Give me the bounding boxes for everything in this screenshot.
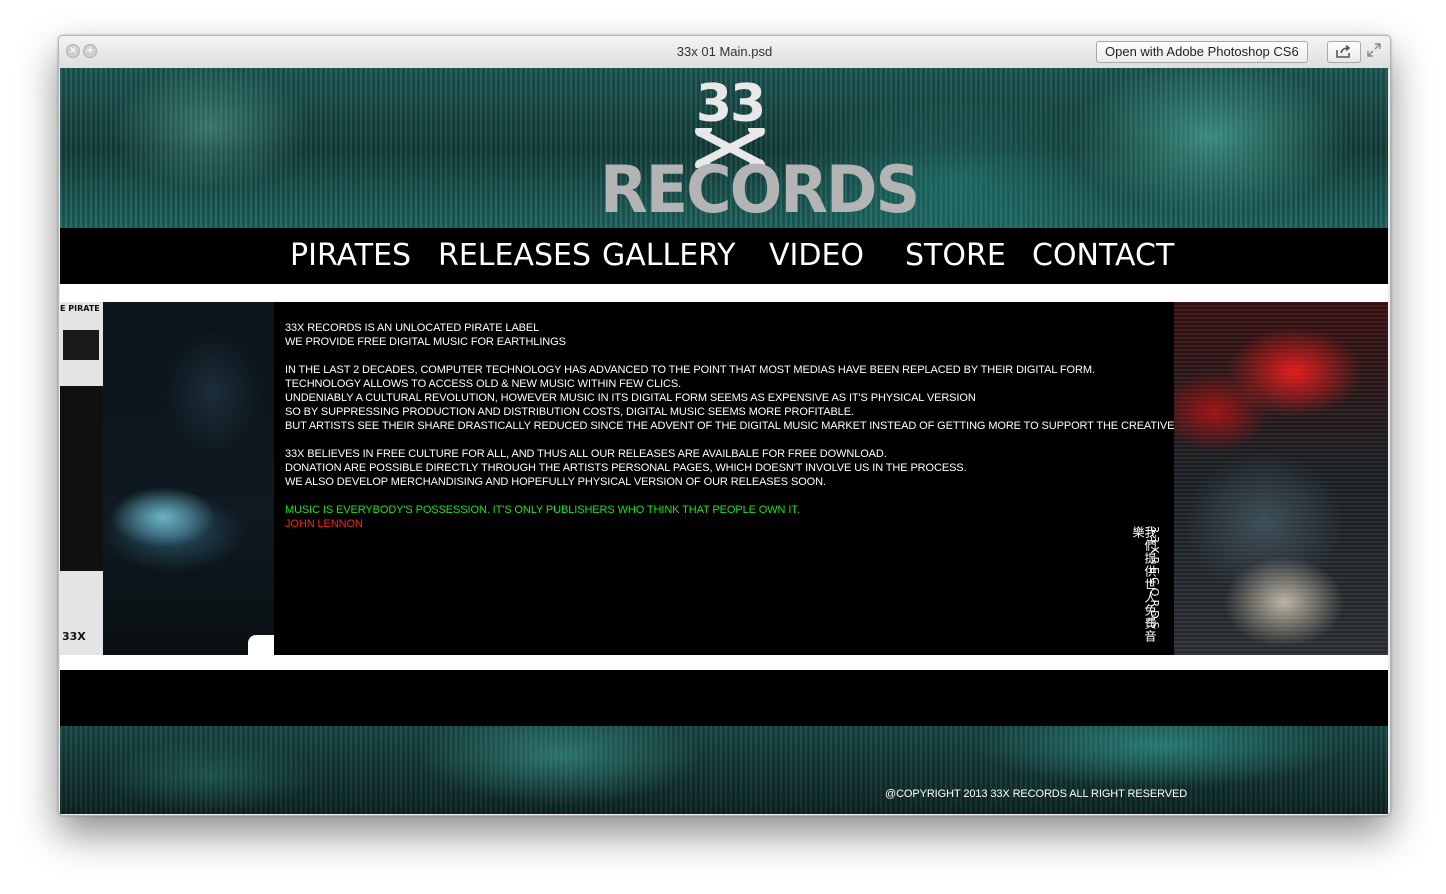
site-footer: @COPYRIGHT 2013 33X RECORDS ALL RIGHT RE… [60,726,1388,814]
nav-pirates[interactable]: PIRATES [290,238,411,274]
nav-contact[interactable]: CONTACT [1032,238,1174,274]
quote-text: MUSIC IS EVERYBODY'S POSSESSION. IT'S ON… [285,504,800,516]
corner-notch [248,635,274,655]
title-bar: × + 33x 01 Main.psd Open with Adobe Phot… [59,36,1390,69]
share-icon [1336,45,1351,58]
policy-line-3: WE ALSO DEVELOP MERCHANDISING AND HOPEFU… [285,476,826,488]
quote-author: JOHN LENNON [285,518,363,530]
body-line-1: IN THE LAST 2 DECADES, COMPUTER TECHNOLO… [285,364,1095,376]
quicklook-window: × + 33x 01 Main.psd Open with Adobe Phot… [58,35,1391,816]
album-mark [63,330,99,360]
body-line-4: SO BY SUPPRESSING PRODUCTION AND DISTRIB… [285,406,854,418]
right-album-image [1174,302,1388,655]
copyright-text: @COPYRIGHT 2013 33X RECORDS ALL RIGHT RE… [885,788,1188,800]
site-logo[interactable]: 33 RECORDS [600,74,920,228]
logo-number: 33 [695,74,766,134]
album-label-top: E PIRATE [60,304,100,313]
left-artwork [103,302,274,655]
nav-gallery[interactable]: GALLERY [602,238,735,274]
psd-preview: 33 RECORDS PIRATES RELEASES GALLERY VIDE… [60,68,1388,814]
fullscreen-icon [1367,43,1381,57]
about-text: 33X RECORDS IS AN UNLOCATED PIRATE LABEL… [274,302,1234,655]
black-band [60,670,1388,726]
vertical-english-text: 33XRECORDS [1148,526,1161,632]
body-line-5: BUT ARTISTS SEE THEIR SHARE DRASTICALLY … [285,420,1234,432]
nav-releases[interactable]: RELEASES [438,238,591,274]
nav-video[interactable]: VIDEO [769,238,864,274]
left-album-image: E PIRATE 33X [60,302,274,655]
fullscreen-button[interactable] [1367,43,1381,57]
album-cover-strip: E PIRATE 33X [60,302,103,655]
policy-line-1: 33X BELIEVES IN FREE CULTURE FOR ALL, AN… [285,448,887,460]
body-line-3: UNDENIABLY A CULTURAL REVOLUTION, HOWEVE… [285,392,976,404]
intro-line-1: 33X RECORDS IS AN UNLOCATED PIRATE LABEL [285,322,540,334]
logo-wordmark: RECORDS [600,151,920,228]
main-nav: PIRATES RELEASES GALLERY VIDEO STORE CON… [60,228,1388,284]
album-label-bottom: 33X [62,630,86,643]
body-line-2: TECHNOLOGY ALLOWS TO ACCESS OLD & NEW MU… [285,378,682,390]
intro-line-2: WE PROVIDE FREE DIGITAL MUSIC FOR EARTHL… [285,336,566,348]
nav-store[interactable]: STORE [905,238,1006,274]
album-band [60,386,103,571]
share-button[interactable] [1327,41,1361,63]
site-header: 33 RECORDS [60,68,1388,228]
main-section: E PIRATE 33X 33X RECORDS IS AN UNLOCATED… [60,302,1388,655]
open-with-button[interactable]: Open with Adobe Photoshop CS6 [1096,41,1308,63]
policy-line-2: DONATION ARE POSSIBLE DIRECTLY THROUGH T… [285,462,967,474]
